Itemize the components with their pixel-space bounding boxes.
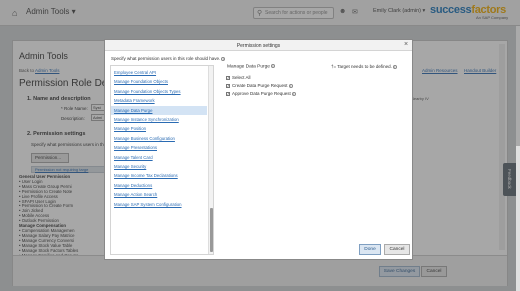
- done-button[interactable]: Done: [359, 244, 381, 255]
- permission-category-item[interactable]: Employee Central API: [111, 68, 207, 77]
- permission-category-list: Employee Central API Manage Foundation Ob…: [110, 65, 214, 255]
- permission-category-item[interactable]: Manage Security: [111, 162, 207, 171]
- permission-category-item[interactable]: Manage Instance Synchronization: [111, 115, 207, 124]
- list-scrollbar[interactable]: [208, 66, 213, 254]
- approve-data-purge-request-checkbox[interactable]: ✓ Approve Data Purge Request i: [226, 91, 296, 96]
- window-scrollbar-thumb[interactable]: [516, 26, 520, 146]
- permission-category-item[interactable]: Manage Data Purge: [111, 105, 207, 115]
- window-scrollbar[interactable]: [516, 26, 520, 291]
- info-icon: i: [270, 64, 275, 68]
- dialog-title: Permission settings: [236, 43, 281, 49]
- permission-category-item[interactable]: Manage Position: [111, 124, 207, 133]
- select-all-checkbox[interactable]: ✓ Select All: [226, 75, 251, 80]
- permission-category-item[interactable]: Manage Foundation Objects Types: [111, 87, 207, 96]
- permission-category-item[interactable]: Manage Foundation Objects: [111, 77, 207, 86]
- close-icon[interactable]: ×: [404, 41, 408, 48]
- permission-category-item[interactable]: Manage Income Tax Declarations: [111, 171, 207, 180]
- target-note: †= Target needs to be defined. i: [331, 64, 397, 69]
- info-icon: i: [291, 91, 296, 96]
- create-data-purge-request-checkbox[interactable]: ✓ Create Data Purge Request i: [226, 83, 293, 88]
- info-icon: i: [392, 64, 397, 69]
- permission-category-item[interactable]: Manage Presentations: [111, 143, 207, 152]
- permission-category-item[interactable]: Manage Business Configuration: [111, 134, 207, 143]
- checkbox[interactable]: ✓: [226, 83, 230, 88]
- info-icon: i: [221, 56, 226, 61]
- info-icon: i: [288, 83, 293, 88]
- dialog-instruction: Specify what permission users in this ro…: [111, 56, 226, 61]
- permission-category-item[interactable]: Manage Action Search: [111, 190, 207, 199]
- permission-settings-dialog: Permission settings × Specify what permi…: [104, 39, 413, 260]
- checkbox[interactable]: ✓: [226, 75, 230, 80]
- checkbox[interactable]: ✓: [226, 91, 230, 96]
- permission-category-item[interactable]: Manage SAP System Configuration: [111, 200, 207, 209]
- permission-category-item[interactable]: Manage Talent Card: [111, 153, 207, 162]
- permission-category-item[interactable]: Metadata Framework: [111, 96, 207, 105]
- permission-category-item[interactable]: Manage Deductions: [111, 181, 207, 190]
- list-scrollbar-thumb[interactable]: [210, 208, 213, 252]
- dialog-header: Permission settings ×: [105, 40, 412, 51]
- permission-group-title: Manage Data Purge i: [227, 64, 275, 70]
- dialog-cancel-button[interactable]: Cancel: [384, 244, 410, 255]
